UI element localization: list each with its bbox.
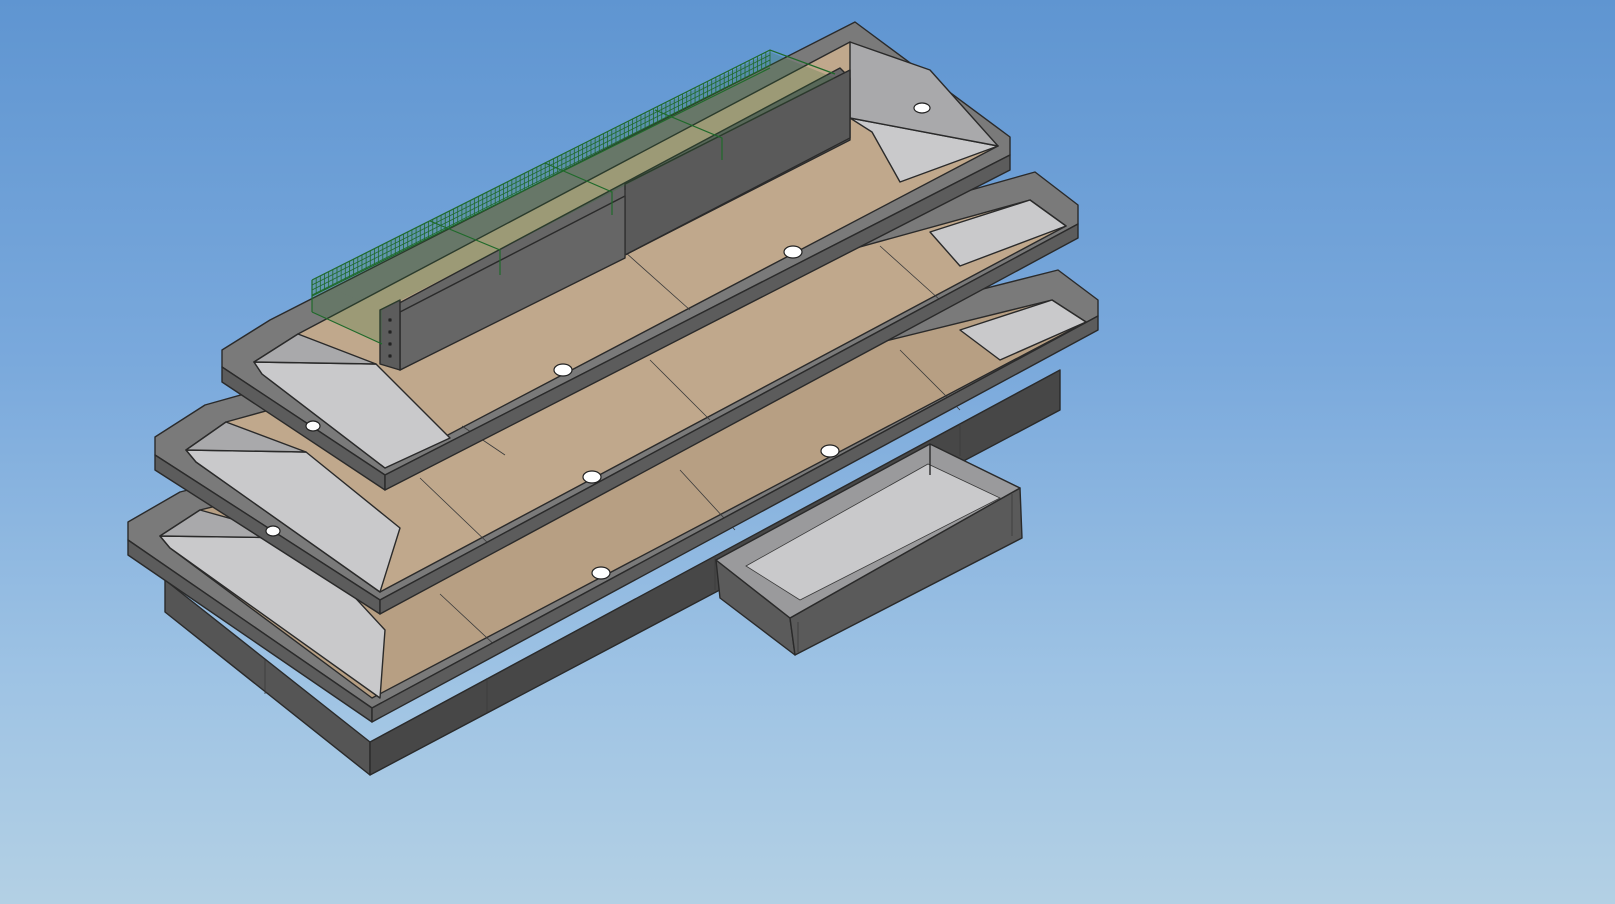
drain-hole-icon — [553, 363, 573, 377]
3d-model-render[interactable] — [0, 0, 1615, 904]
drain-hole-icon — [305, 420, 321, 432]
drain-hole-icon — [913, 102, 931, 114]
drain-hole-icon — [582, 470, 602, 484]
drain-hole-icon — [265, 525, 281, 537]
drain-hole-icon — [820, 444, 840, 458]
drain-hole-icon — [783, 245, 803, 259]
drain-hole-icon — [591, 566, 611, 580]
cad-viewport[interactable] — [0, 0, 1615, 904]
